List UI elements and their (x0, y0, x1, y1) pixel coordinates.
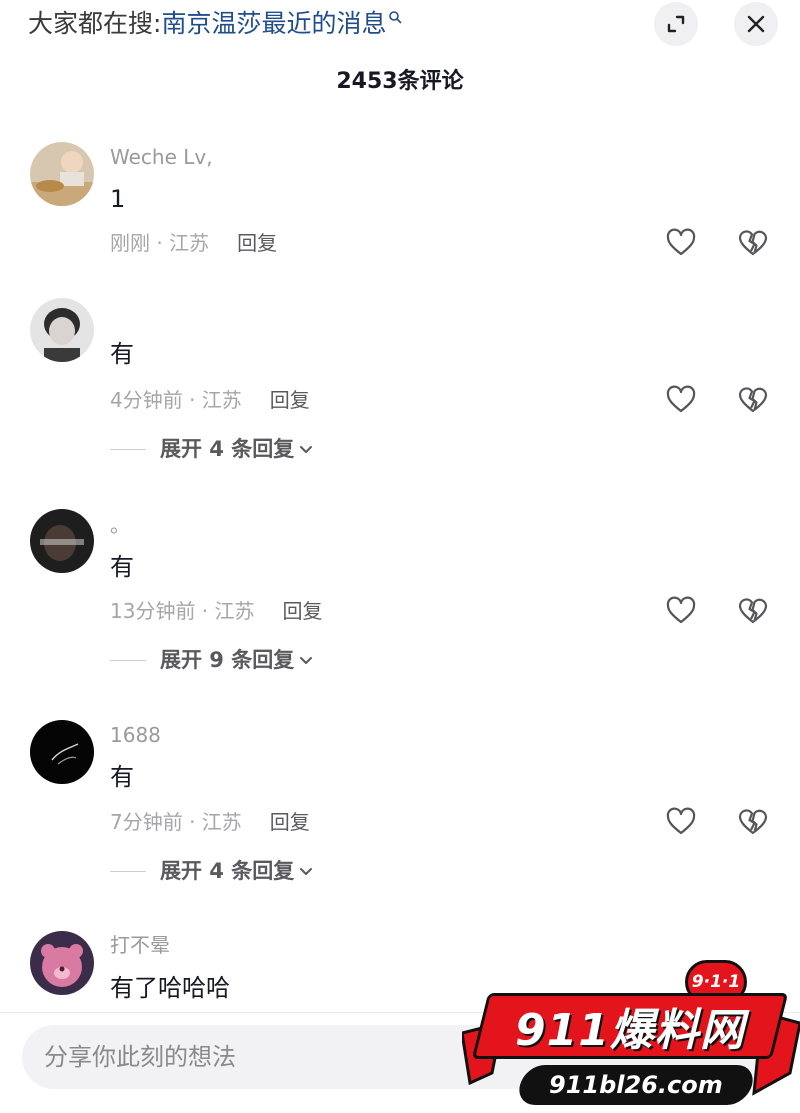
watermark-url: 911bl26.com (515, 1065, 757, 1105)
top-bar: 大家都在搜:南京温莎最近的消息 (0, 0, 800, 60)
search-suggestion-prefix: 大家都在搜: (28, 9, 162, 38)
expand-replies-button[interactable]: 展开 4 条回复 (110, 856, 314, 886)
broken-heart-icon[interactable] (737, 806, 769, 838)
heart-outline-icon[interactable] (665, 806, 697, 838)
close-button[interactable] (734, 2, 778, 46)
reply-button[interactable]: 回复 (270, 388, 310, 412)
divider (110, 448, 146, 450)
comment-username[interactable]: Weche Lv, (110, 143, 213, 171)
expand-replies-button[interactable]: 展开 9 条回复 (110, 645, 314, 675)
comment-item: Weche Lv, 1 刚刚 · 江苏 回复 (0, 140, 800, 280)
expand-button[interactable] (654, 2, 698, 46)
broken-heart-icon[interactable] (737, 227, 769, 259)
expand-corner-icon (667, 15, 685, 33)
reply-button[interactable]: 回复 (237, 231, 277, 255)
comment-username[interactable]: 1688 (110, 721, 161, 749)
expand-replies-label: 展开 4 条回复 (160, 437, 295, 461)
comment-item: 。 有 13分钟前 · 江苏 回复 展开 9 条回复 (0, 507, 800, 687)
search-suggestion-query[interactable]: 南京温莎最近的消息 (161, 9, 386, 38)
comment-text: 1 (110, 185, 126, 213)
watermark-main-text: 911爆料网 (515, 1005, 745, 1056)
comment-text: 有了哈哈哈 (110, 974, 230, 1002)
watermark-main: 911爆料网 (471, 993, 789, 1059)
magnifier-icon (389, 11, 402, 24)
heart-outline-icon[interactable] (665, 227, 697, 259)
comment-item: 1688 有 7分钟前 · 江苏 回复 展开 4 条回复 (0, 718, 800, 898)
chevron-down-icon (300, 868, 313, 875)
comment-count: 2453条评论 (336, 69, 464, 94)
watermark-url-text: 911bl26.com (549, 1071, 723, 1099)
divider (110, 870, 146, 872)
close-icon (747, 15, 765, 33)
avatar[interactable] (30, 931, 94, 995)
avatar[interactable] (30, 720, 94, 784)
comment-meta: 7分钟前 · 江苏 回复 (110, 807, 310, 837)
reply-button[interactable]: 回复 (283, 599, 323, 623)
expand-replies-button[interactable]: 展开 4 条回复 (110, 434, 314, 464)
comment-item: 有 4分钟前 · 江苏 回复 展开 4 条回复 (0, 297, 800, 477)
heart-outline-icon[interactable] (665, 595, 697, 627)
chevron-down-icon (300, 446, 313, 453)
reply-button[interactable]: 回复 (270, 810, 310, 834)
divider (110, 659, 146, 661)
watermark-logo: 9·1·1 911爆料网 911bl26.com (462, 955, 800, 1113)
search-suggestion[interactable]: 大家都在搜:南京温莎最近的消息 (28, 6, 402, 42)
heart-outline-icon[interactable] (665, 384, 697, 416)
comment-username[interactable]: 。 (110, 511, 130, 539)
expand-replies-label: 展开 9 条回复 (160, 648, 295, 672)
comment-time-location: 13分钟前 · 江苏 (110, 599, 255, 623)
comment-meta: 13分钟前 · 江苏 回复 (110, 596, 323, 626)
comment-text: 有 (110, 553, 134, 581)
comment-meta: 刚刚 · 江苏 回复 (110, 228, 277, 258)
comment-time-location: 刚刚 · 江苏 (110, 231, 210, 255)
comment-text: 有 (110, 340, 134, 368)
comment-text: 有 (110, 763, 134, 791)
chevron-down-icon (300, 657, 313, 664)
avatar[interactable] (30, 509, 94, 573)
avatar[interactable] (30, 298, 94, 362)
comment-time-location: 4分钟前 · 江苏 (110, 388, 242, 412)
comment-meta: 4分钟前 · 江苏 回复 (110, 385, 310, 415)
avatar[interactable] (30, 142, 94, 206)
broken-heart-icon[interactable] (737, 595, 769, 627)
broken-heart-icon[interactable] (737, 384, 769, 416)
expand-replies-label: 展开 4 条回复 (160, 859, 295, 883)
comment-username[interactable]: 打不晕 (110, 931, 170, 959)
comment-time-location: 7分钟前 · 江苏 (110, 810, 242, 834)
